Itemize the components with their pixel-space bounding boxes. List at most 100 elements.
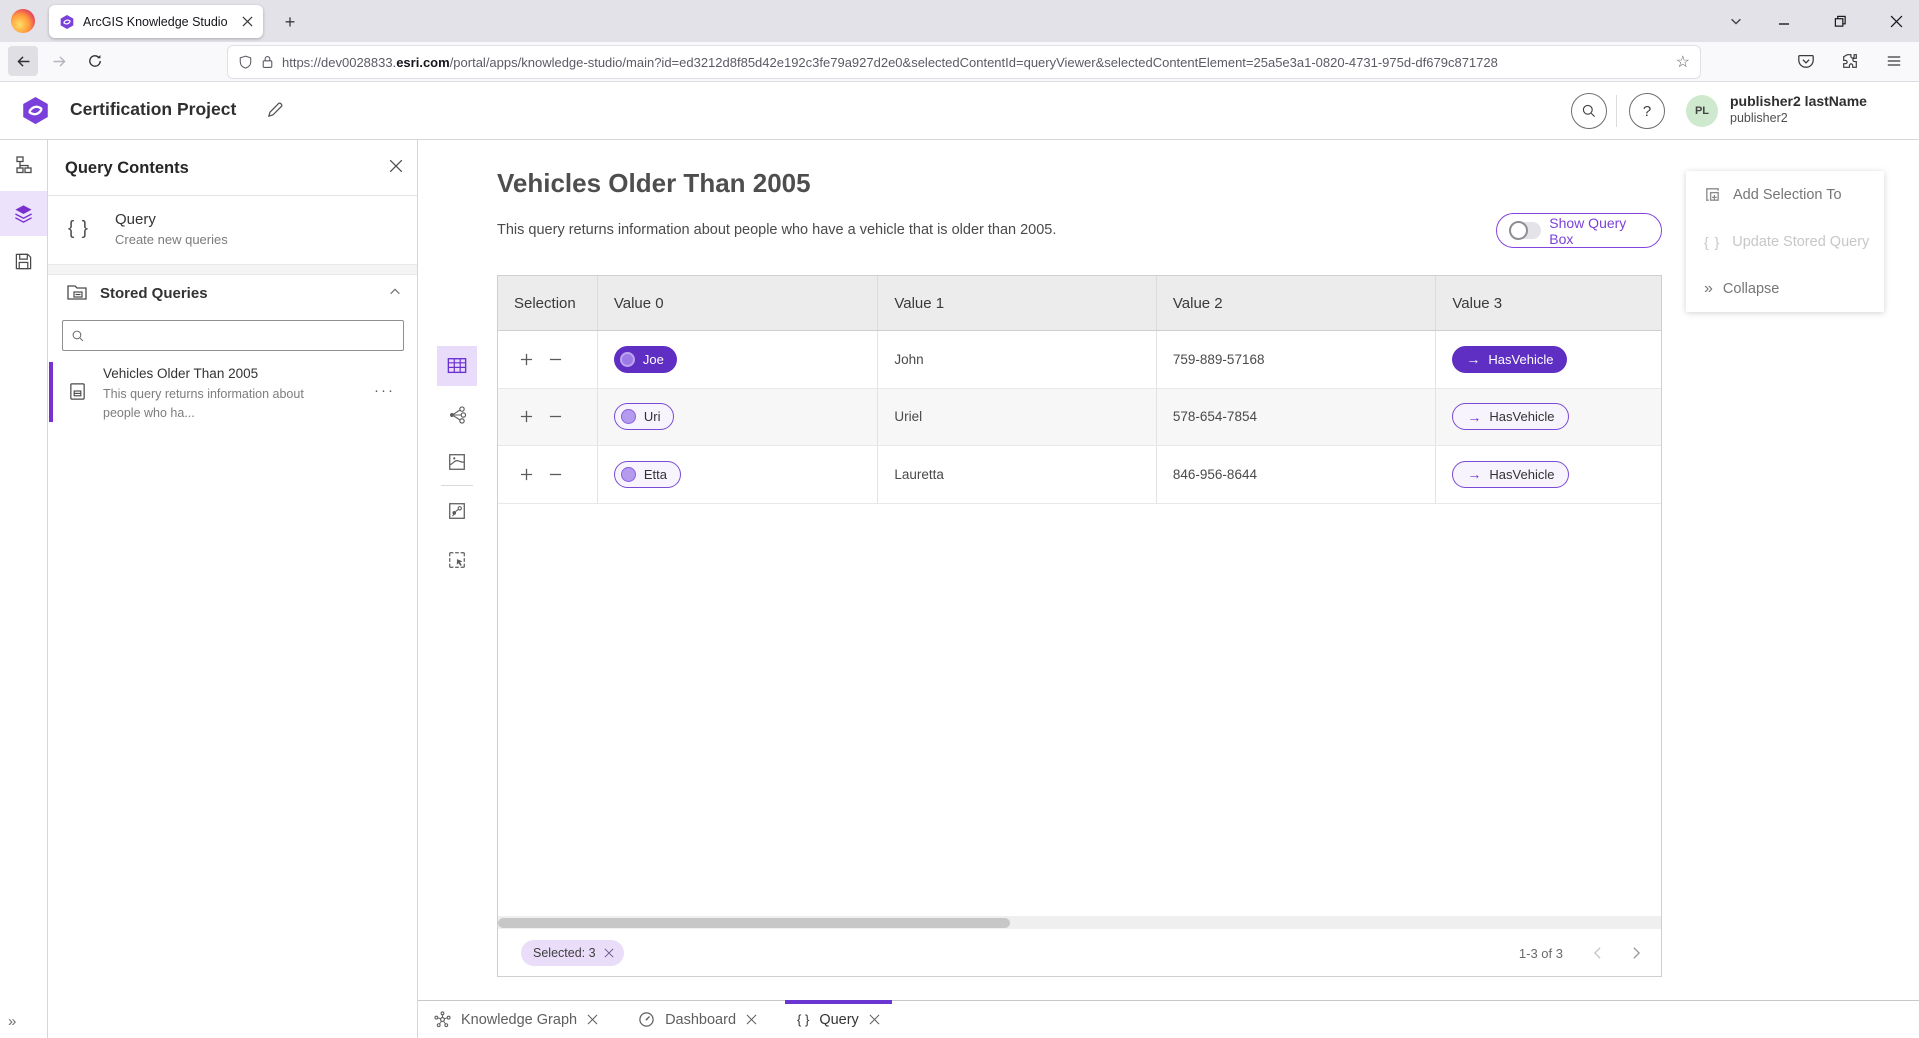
collapse-section-chevron-icon[interactable]: [388, 285, 402, 299]
relationship-badge[interactable]: →HasVehicle: [1452, 461, 1569, 488]
entity-badge[interactable]: Etta: [614, 461, 681, 488]
table-row[interactable]: Joe John 759-889-57168 →HasVehicle: [498, 331, 1661, 389]
entity-dot-icon: [621, 409, 636, 424]
relationship-badge[interactable]: →HasVehicle: [1452, 403, 1569, 430]
horizontal-scrollbar[interactable]: [498, 916, 1661, 929]
stored-queries-search[interactable]: [62, 320, 404, 351]
table-view-icon[interactable]: [437, 346, 477, 386]
dashboard-gauge-icon: [638, 1011, 655, 1028]
selected-count-chip[interactable]: Selected: 3: [521, 940, 624, 966]
table-row[interactable]: Uri Uriel 578-654-7854 →HasVehicle: [498, 389, 1661, 447]
window-close-button[interactable]: [1881, 7, 1911, 35]
expand-rail-icon[interactable]: »: [8, 1013, 14, 1030]
relationship-badge[interactable]: →HasVehicle: [1452, 346, 1567, 373]
table-row[interactable]: Etta Lauretta 846-956-8644 →HasVehicle: [498, 446, 1661, 504]
stored-queries-search-input[interactable]: [91, 328, 395, 343]
next-page-icon[interactable]: [1632, 946, 1641, 960]
pocket-icon[interactable]: [1791, 46, 1821, 76]
pagination-range: 1-3 of 3: [1519, 946, 1563, 961]
close-tab-icon[interactable]: [587, 1014, 598, 1025]
show-query-box-label: Show Query Box: [1549, 215, 1649, 247]
data-model-icon[interactable]: [0, 142, 47, 187]
bookmark-star-icon[interactable]: ☆: [1676, 52, 1690, 72]
stored-queries-header[interactable]: Stored Queries: [48, 275, 417, 313]
knowledge-graph-icon: [434, 1011, 451, 1028]
user-info[interactable]: publisher2 lastName publisher2: [1730, 92, 1867, 126]
column-header-value0[interactable]: Value 0: [598, 276, 879, 330]
close-tab-icon[interactable]: [746, 1014, 757, 1025]
menu-item-add-selection-to[interactable]: Add Selection To: [1686, 171, 1884, 218]
query-result-description: This query returns information about peo…: [497, 222, 1056, 238]
table-header-row: Selection Value 0 Value 1 Value 2 Value …: [498, 276, 1661, 331]
column-header-selection[interactable]: Selection: [498, 276, 598, 330]
stored-query-doc-icon: [68, 382, 87, 401]
cell-value2[interactable]: 578-654-7854: [1157, 389, 1437, 446]
url-text: https://dev0028833.esri.com/portal/apps/…: [282, 55, 1668, 70]
stored-query-list-item[interactable]: Vehicles Older Than 2005 This query retu…: [48, 360, 417, 425]
remove-from-selection-icon[interactable]: [549, 468, 562, 481]
browser-tab[interactable]: ArcGIS Knowledge Studio: [49, 5, 263, 38]
link-chart-view-icon[interactable]: [437, 395, 477, 435]
add-to-link-chart-icon[interactable]: [437, 491, 477, 531]
add-to-selection-icon[interactable]: [520, 353, 533, 366]
section-separator: [48, 265, 417, 275]
scrollbar-thumb[interactable]: [498, 918, 1010, 928]
tab-knowledge-graph[interactable]: Knowledge Graph: [426, 1001, 606, 1038]
add-to-selection-icon[interactable]: [520, 468, 533, 481]
entity-badge[interactable]: Joe: [614, 346, 677, 373]
toggle-track[interactable]: [1509, 222, 1541, 239]
firefox-logo-icon[interactable]: [11, 9, 35, 33]
menu-item-update-stored-query[interactable]: { } Update Stored Query: [1686, 218, 1884, 265]
show-query-box-toggle[interactable]: Show Query Box: [1496, 213, 1662, 248]
cell-value1[interactable]: Lauretta: [878, 446, 1157, 503]
tab-close-icon[interactable]: [242, 16, 253, 27]
menu-item-collapse[interactable]: » Collapse: [1686, 265, 1884, 312]
panel-close-icon[interactable]: [389, 159, 403, 173]
save-icon[interactable]: [0, 239, 47, 284]
remove-from-selection-icon[interactable]: [549, 410, 562, 423]
new-query-item[interactable]: { } Query Create new queries: [48, 196, 417, 265]
lock-icon[interactable]: [261, 55, 274, 69]
add-selection-icon: [1704, 186, 1721, 203]
contents-layers-icon[interactable]: [0, 191, 47, 236]
close-tab-icon[interactable]: [869, 1014, 880, 1025]
forward-button[interactable]: [44, 46, 74, 76]
cell-value1[interactable]: Uriel: [878, 389, 1157, 446]
list-tabs-chevron-icon[interactable]: [1729, 14, 1743, 28]
column-header-value3[interactable]: Value 3: [1436, 276, 1661, 330]
header-search-button[interactable]: [1571, 93, 1607, 129]
menu-hamburger-icon[interactable]: [1879, 46, 1909, 76]
stored-queries-title: Stored Queries: [100, 285, 208, 302]
window-minimize-button[interactable]: [1769, 7, 1799, 35]
url-bar[interactable]: https://dev0028833.esri.com/portal/apps/…: [228, 46, 1700, 78]
column-header-value1[interactable]: Value 1: [878, 276, 1157, 330]
column-header-value2[interactable]: Value 2: [1157, 276, 1437, 330]
relationship-arrow-icon: →: [1466, 351, 1480, 367]
selection-tools-icon[interactable]: [437, 540, 477, 580]
remove-from-selection-icon[interactable]: [549, 353, 562, 366]
relationship-arrow-icon: →: [1467, 466, 1481, 482]
tab-query[interactable]: { } Query: [789, 1001, 888, 1038]
cell-value2[interactable]: 846-956-8644: [1157, 446, 1437, 503]
help-button[interactable]: ?: [1629, 93, 1665, 129]
add-to-selection-icon[interactable]: [520, 410, 533, 423]
item-overflow-menu-icon[interactable]: ···: [374, 382, 395, 399]
reload-button[interactable]: [80, 46, 110, 76]
user-avatar[interactable]: PL: [1686, 95, 1718, 127]
previous-page-icon[interactable]: [1593, 946, 1602, 960]
map-view-icon[interactable]: [437, 442, 477, 482]
extensions-puzzle-icon[interactable]: [1835, 46, 1865, 76]
tab-dashboard[interactable]: Dashboard: [630, 1001, 765, 1038]
entity-dot-icon: [620, 352, 635, 367]
tracking-shield-icon[interactable]: [238, 55, 253, 70]
cell-value1[interactable]: John: [878, 331, 1157, 388]
window-restore-button[interactable]: [1825, 7, 1855, 35]
edit-project-title-icon[interactable]: [266, 100, 285, 119]
clear-selection-icon[interactable]: [604, 948, 614, 958]
user-subtitle: publisher2: [1730, 110, 1867, 126]
selected-count-label: Selected: 3: [533, 946, 596, 960]
cell-value2[interactable]: 759-889-57168: [1157, 331, 1437, 388]
new-tab-button[interactable]: +: [278, 10, 302, 34]
entity-badge[interactable]: Uri: [614, 403, 675, 430]
back-button[interactable]: [8, 46, 38, 76]
